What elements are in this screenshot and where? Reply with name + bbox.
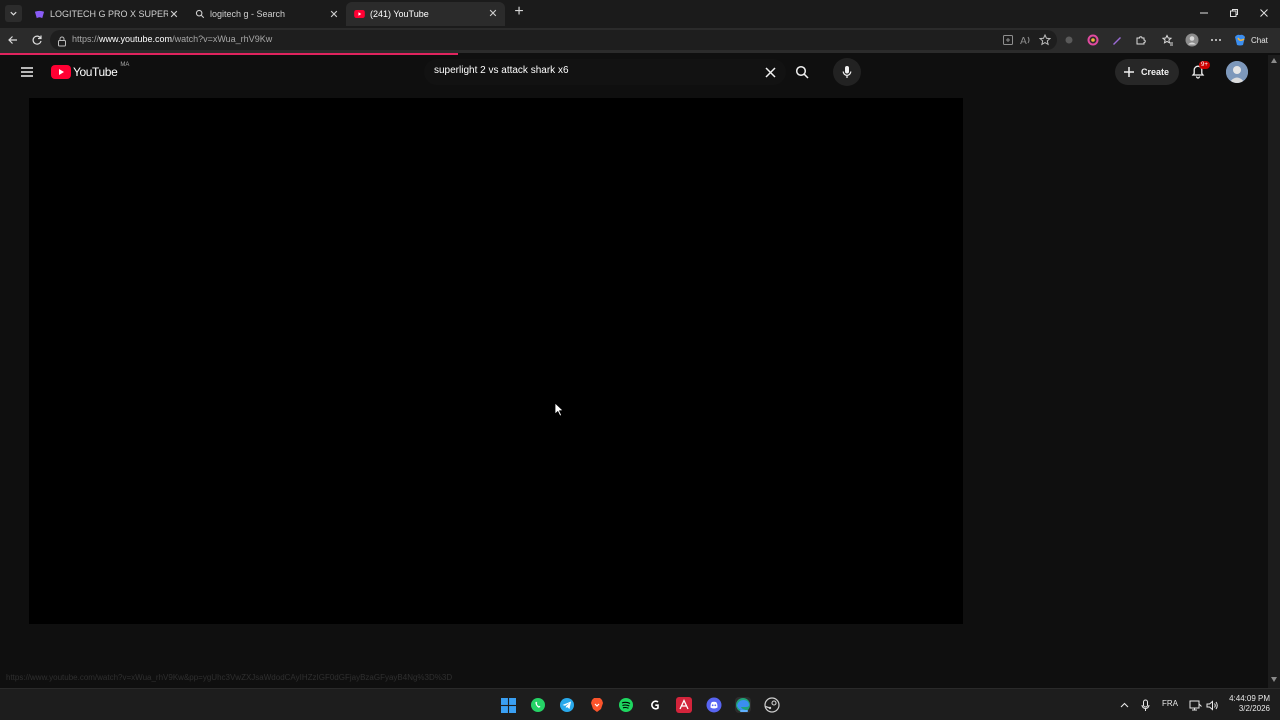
browser-tab-strip: LOGITECH G PRO X SUPERLIGHT 2 ✕ logitech… [0,0,1280,28]
scroll-up-arrow-icon[interactable] [1271,58,1277,63]
whatsapp-icon[interactable] [530,697,546,713]
create-button[interactable]: Create [1115,59,1179,85]
start-menu-windows-icon[interactable] [500,697,516,713]
plus-icon [1124,67,1134,77]
clock-time: 4:44:09 PM [1229,694,1270,703]
adobe-acrobat-icon[interactable] [676,697,692,713]
clock[interactable]: 4:44:09 PM 3/2/2026 [1224,694,1270,714]
back-arrow-icon[interactable] [6,33,20,47]
extension-dot-icon[interactable] [1062,33,1076,47]
close-window-icon[interactable] [1257,6,1271,20]
youtube-favicon-icon [354,9,365,20]
extensions-puzzle-icon[interactable] [1134,33,1148,47]
active-app-indicator [740,710,748,712]
copilot-icon [1235,34,1245,46]
favorite-star-icon[interactable] [1038,33,1052,47]
chat-label: Chat [1251,35,1268,45]
copilot-chat-button[interactable]: Chat [1233,32,1268,48]
search-favicon-icon [194,9,205,20]
windows-taskbar: FRA 4:44:09 PM 3/2/2026 [0,688,1280,720]
tab-actions-menu-button[interactable] [5,5,22,22]
tab-title: (241) YouTube [370,9,429,19]
url-text: https://www.youtube.com/watch?v=xWua_rhV… [72,34,273,44]
reload-icon[interactable] [30,33,44,47]
close-tab-icon[interactable]: ✕ [328,8,340,21]
voice-search-button[interactable] [833,58,861,86]
show-hidden-icons-chevron-icon[interactable] [1116,697,1132,713]
browser-toolbar: https://www.youtube.com/watch?v=xWua_rhV… [0,28,1280,53]
tab-logitech-product[interactable]: LOGITECH G PRO X SUPERLIGHT 2 ✕ [26,3,186,25]
account-avatar[interactable] [1226,61,1248,83]
logitech-ghub-icon[interactable] [647,697,663,713]
hamburger-menu-icon[interactable] [19,64,35,80]
spotify-icon[interactable] [618,697,634,713]
minimize-icon[interactable] [1197,6,1211,20]
steam-icon[interactable] [764,697,780,713]
app-available-icon[interactable] [1001,33,1015,47]
status-bar-url: https://www.youtube.com/watch?v=xWua_rhV… [6,673,453,682]
microphone-icon [842,66,852,78]
youtube-play-logo-icon [51,65,71,79]
youtube-wordmark: YouTube [73,65,118,79]
extension-pen-icon[interactable] [1110,33,1124,47]
site-info-icon[interactable] [57,34,67,52]
more-options-icon[interactable] [1209,33,1223,47]
new-tab-plus-icon[interactable]: + [511,4,527,21]
create-label: Create [1141,67,1170,77]
notifications-button[interactable]: 9+ [1190,61,1210,81]
favorites-icon[interactable] [1161,33,1175,47]
edge-browser-icon[interactable] [735,697,751,713]
notification-badge: 9+ [1199,61,1210,69]
avatar-image-icon [1226,61,1248,83]
volume-icon[interactable] [1204,697,1220,713]
read-aloud-icon[interactable]: A [1019,33,1033,47]
mouse-cursor-icon [554,402,564,422]
microphone-tray-icon[interactable] [1137,697,1153,713]
brave-browser-icon[interactable] [589,697,605,713]
network-icon[interactable] [1187,697,1203,713]
search-input[interactable]: superlight 2 vs attack shark x6 [424,59,786,85]
restore-icon[interactable] [1227,6,1241,20]
tab-youtube[interactable]: (241) YouTube ✕ [346,2,505,26]
clock-date: 3/2/2026 [1238,704,1270,713]
address-bar[interactable]: https://www.youtube.com/watch?v=xWua_rhV… [50,30,1057,50]
clear-search-icon[interactable] [763,65,777,79]
discord-icon[interactable] [706,697,722,713]
close-tab-icon[interactable]: ✕ [168,8,180,21]
logitech-favicon-icon [34,9,45,20]
tab-bing-search[interactable]: logitech g - Search ✕ [186,3,346,25]
close-tab-icon[interactable]: ✕ [487,7,499,20]
svg-text:A: A [1020,36,1027,46]
scroll-down-arrow-icon[interactable] [1271,677,1277,682]
page-scrollbar[interactable] [1268,55,1280,688]
country-code: MA [120,62,130,68]
search-icon [795,65,809,79]
video-player[interactable] [29,98,963,624]
chevron-down-icon [10,11,17,16]
search-query-text: superlight 2 vs attack shark x6 [434,65,569,76]
telegram-icon[interactable] [559,697,575,713]
tab-title: logitech g - Search [210,9,286,19]
youtube-logo[interactable]: YouTube MA [51,62,130,81]
keyboard-language[interactable]: FRA [1162,699,1178,708]
extension-color-ring-icon[interactable] [1086,33,1100,47]
profile-avatar-icon[interactable] [1185,33,1199,47]
search-button[interactable] [787,59,817,85]
tab-title: LOGITECH G PRO X SUPERLIGHT 2 [50,9,168,19]
